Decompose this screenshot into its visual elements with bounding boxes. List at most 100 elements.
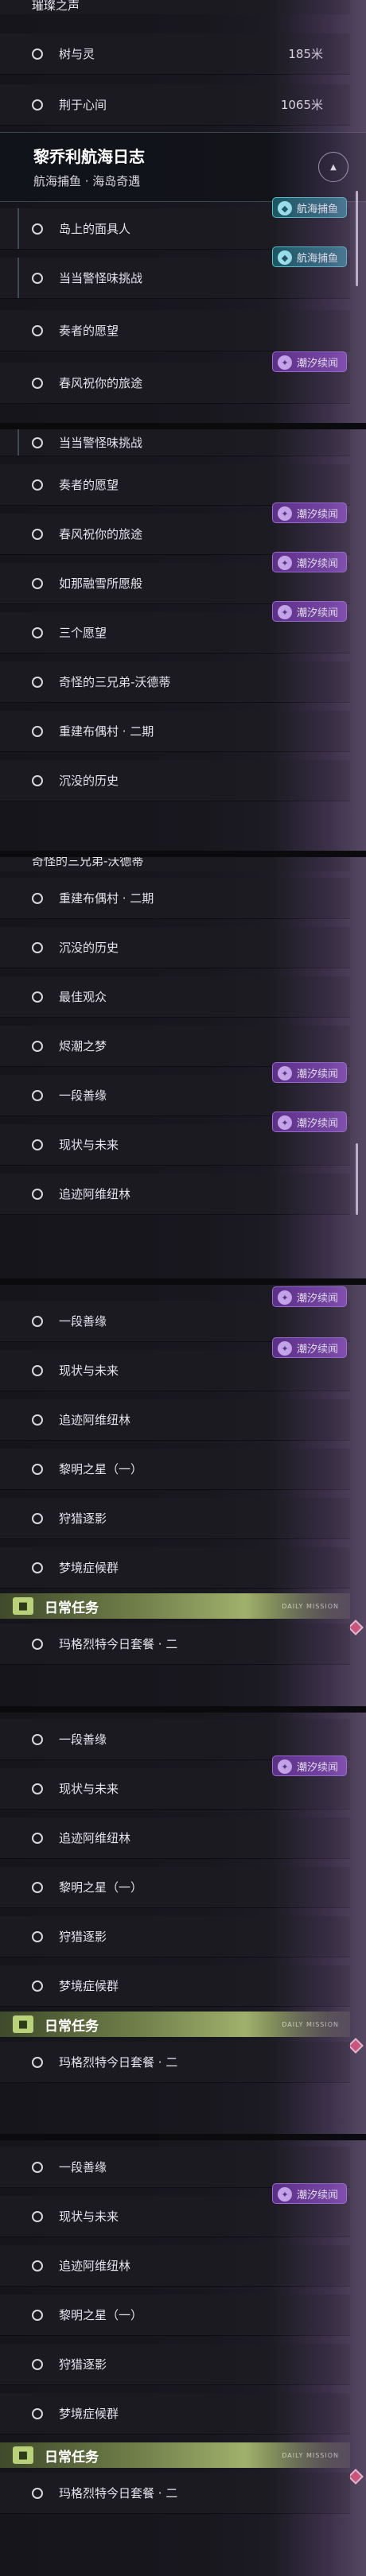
circle-icon [32,377,43,389]
quest-label: 现状与未来 [59,1782,119,1796]
list-item[interactable]: 追迹阿维纽林 [0,1399,350,1441]
list-item[interactable]: 重建布偶村 · 二期 [0,711,350,752]
list-item[interactable]: 一段善缘 [0,2147,350,2188]
list-item[interactable]: 黎明之星（一） [0,1867,350,1908]
circle-icon [32,48,43,60]
list-item[interactable]: 玛格烈特今日套餐 · 二 [0,2042,350,2083]
circle-icon [32,223,43,235]
quest-label: 荆于心间 [59,98,107,112]
tree-line [18,258,19,298]
list-item[interactable]: 当当警怪味挑战 [0,429,350,456]
circle-icon [32,1881,43,1893]
tide-icon: ✦ [277,1066,292,1080]
list-item[interactable]: 三个愿望 ✦ 潮汐续闻 [0,601,350,654]
list-item[interactable]: 岛上的面具人 ◆ 航海捕鱼 [0,197,350,250]
quest-group-header[interactable]: 黎乔利航海日志 航海捕鱼 · 海岛奇遇 ▲ [0,132,366,202]
circle-icon [32,1930,43,1942]
list-item[interactable]: 一段善缘 ✦ 潮汐续闻 [0,1286,350,1342]
scrollbar[interactable] [356,1143,358,1215]
quest-label: 岛上的面具人 [59,222,131,236]
fishing-badge: ◆ 航海捕鱼 [271,197,347,218]
list-item[interactable]: 追迹阿维纽林 [0,1174,350,1215]
daily-task-header[interactable]: ■ 日常任务 DAILY MISSION [0,2442,350,2468]
list-item[interactable]: 春风祝你的旅途 ✦ 潮汐续闻 [0,502,350,555]
tide-badge: ✦ 潮汐续闻 [271,552,347,572]
list-item[interactable]: 狩猎逐影 [0,1916,350,1957]
list-item[interactable]: 现状与未来 ✦ 潮汐续闻 [0,1111,350,1166]
list-item[interactable]: 狩猎逐影 [0,2344,350,2385]
list-item[interactable]: 春风祝你的旅途 ✦ 潮汐续闻 [0,351,350,404]
circle-icon [32,2056,43,2068]
list-item[interactable]: 最佳观众 [0,976,350,1018]
quest-subtitle: 航海捕鱼 · 海岛奇遇 [33,174,141,188]
list-item[interactable]: 追迹阿维纽林 [0,2245,350,2287]
collapse-toggle-button[interactable]: ▲ [318,152,348,182]
alert-diamond-icon [348,2038,364,2054]
list-item[interactable]: 梦境症候群 [0,2393,350,2434]
circle-icon [32,2260,43,2271]
list-item[interactable]: 树与灵 185米 [0,33,350,75]
list-item[interactable]: 玛格烈特今日套餐 · 二 [0,1624,350,1665]
quest-label: 沉没的历史 [59,774,119,788]
tree-line [18,208,19,249]
quest-list-panel-6: 一段善缘 现状与未来 ✦ 潮汐续闻 追迹阿维纽林 黎明之星（一） 狩猎逐影 梦境症… [0,2140,366,2576]
divider [0,1278,366,1285]
list-item[interactable]: 当当警怪味挑战 ◆ 航海捕鱼 [0,246,350,299]
list-item[interactable]: 狩猎逐影 [0,1498,350,1539]
circle-icon [32,1364,43,1376]
daily-task-header[interactable]: ■ 日常任务 DAILY MISSION [0,1593,350,1619]
list-item[interactable]: 梦境症候群 [0,1547,350,1589]
list-item[interactable]: 黎明之星（一） [0,1449,350,1490]
book-icon: ■ [13,1597,33,1615]
list-item-partial[interactable]: 奇怪的三兄弟-沃德蒂 [0,857,350,871]
tide-badge: ✦ 潮汐续闻 [271,1755,347,1776]
quest-label: 狩猎逐影 [59,1511,107,1526]
list-item[interactable]: 梦境症候群 [0,1965,350,2007]
list-item[interactable]: 奏者的愿望 [0,310,350,351]
circle-icon [32,991,43,1003]
quest-title: 黎乔利航海日志 [33,147,145,166]
list-item[interactable]: 追迹阿维纽林 [0,1818,350,1859]
list-item[interactable]: 现状与未来 ✦ 潮汐续闻 [0,2183,350,2237]
list-item[interactable]: 重建布偶村 · 二期 [0,878,350,919]
list-item[interactable]: 黎明之星（一） [0,2295,350,2336]
list-item[interactable]: 烬潮之梦 [0,1026,350,1067]
daily-task-small: DAILY MISSION [282,1602,339,1610]
daily-task-header[interactable]: ■ 日常任务 DAILY MISSION [0,2012,350,2037]
list-item[interactable]: 沉没的历史 [0,927,350,968]
list-item[interactable]: 奇怪的三兄弟-沃德蒂 [0,661,350,703]
daily-task-label: 日常任务 [45,2018,99,2035]
tide-badge: ✦ 潮汐续闻 [271,1337,347,1358]
quest-label: 一段善缘 [59,1314,107,1329]
quest-label: 现状与未来 [59,2209,119,2224]
quest-label: 现状与未来 [59,1138,119,1152]
tide-badge: ✦ 潮汐续闻 [271,2183,347,2204]
tide-icon: ✦ [277,1759,292,1774]
list-item[interactable]: 玛格烈特今日套餐 · 二 [0,2473,350,2514]
circle-icon [32,436,43,448]
list-item[interactable]: 一段善缘 [0,1719,350,1760]
quest-label: 黎明之星（一） [59,2308,143,2322]
list-item[interactable]: 如那融雪所愿般 ✦ 潮汐续闻 [0,552,350,604]
quest-label: 烬潮之梦 [59,1039,107,1053]
quest-label: 当当警怪味挑战 [59,436,143,450]
list-item[interactable]: 荆于心间 1065米 [0,84,350,126]
list-item[interactable]: 现状与未来 ✦ 潮汐续闻 [0,1337,350,1391]
list-item[interactable]: 奏者的愿望 [0,464,350,506]
tide-icon: ✦ [277,1341,292,1356]
tide-icon: ✦ [277,355,292,370]
list-item[interactable]: 现状与未来 ✦ 潮汐续闻 [0,1755,350,1810]
circle-icon [32,941,43,953]
scrollbar[interactable] [356,191,358,286]
alert-diamond-icon [348,1620,364,1635]
list-item-partial[interactable]: 璀璨之声 [0,0,350,14]
quest-label: 黎明之星（一） [59,1880,143,1895]
list-item[interactable]: 一段善缘 ✦ 潮汐续闻 [0,1062,350,1116]
circle-icon [32,1638,43,1650]
quest-list-panel-1: 璀璨之声 树与灵 185米 荆于心间 1065米 黎乔利航海日志 航海捕鱼 · … [0,0,366,423]
list-item[interactable]: 沉没的历史 [0,760,350,801]
tide-badge: ✦ 潮汐续闻 [271,1111,347,1132]
quest-label: 黎明之星（一） [59,1462,143,1476]
distance-label: 185米 [288,47,323,61]
quest-label: 一段善缘 [59,1732,107,1747]
